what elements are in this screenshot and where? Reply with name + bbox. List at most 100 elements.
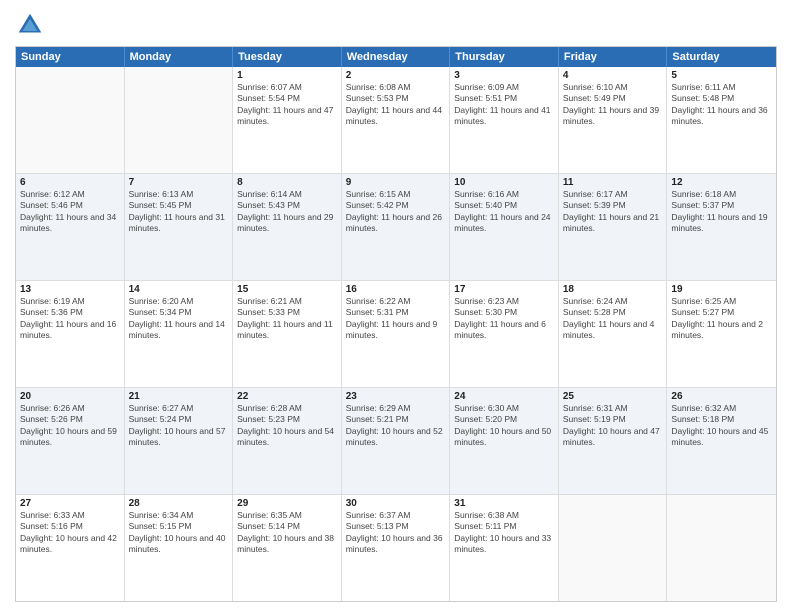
cell-info: Daylight: 11 hours and 9 minutes. <box>346 319 446 342</box>
cell-info: Sunrise: 6:38 AM <box>454 510 554 521</box>
calendar-cell: 13Sunrise: 6:19 AMSunset: 5:36 PMDayligh… <box>16 281 125 387</box>
page: SundayMondayTuesdayWednesdayThursdayFrid… <box>0 0 792 612</box>
day-number: 18 <box>563 284 663 295</box>
calendar-cell: 11Sunrise: 6:17 AMSunset: 5:39 PMDayligh… <box>559 174 668 280</box>
calendar-row: 6Sunrise: 6:12 AMSunset: 5:46 PM Daylight… <box>16 174 776 281</box>
day-number: 10 <box>454 177 554 188</box>
day-number: 15 <box>237 284 337 295</box>
day-number: 3 <box>454 70 554 81</box>
cell-info: Sunset: 5:34 PM <box>129 307 229 318</box>
calendar-row: 27Sunrise: 6:33 AMSunset: 5:16 PMDayligh… <box>16 495 776 601</box>
cell-info: Sunrise: 6:14 AM <box>237 189 337 200</box>
cell-info: Sunrise: 6:29 AM <box>346 403 446 414</box>
calendar-cell: 12Sunrise: 6:18 AMSunset: 5:37 PMDayligh… <box>667 174 776 280</box>
cell-info: Sunset: 5:37 PM <box>671 200 772 211</box>
calendar-cell: 16Sunrise: 6:22 AMSunset: 5:31 PMDayligh… <box>342 281 451 387</box>
cell-info: Sunset: 5:36 PM <box>20 307 120 318</box>
cell-info: Sunrise: 6:07 AM <box>237 82 337 93</box>
calendar-cell: 7Sunrise: 6:13 AMSunset: 5:45 PMDaylight… <box>125 174 234 280</box>
calendar-cell: 2Sunrise: 6:08 AMSunset: 5:53 PMDaylight… <box>342 67 451 173</box>
day-number: 24 <box>454 391 554 402</box>
cell-info: Daylight: 10 hours and 54 minutes. <box>237 426 337 449</box>
calendar-cell: 18Sunrise: 6:24 AMSunset: 5:28 PMDayligh… <box>559 281 668 387</box>
header-day-friday: Friday <box>559 47 668 67</box>
cell-info: Sunset: 5:30 PM <box>454 307 554 318</box>
cell-info: Daylight: 11 hours and 21 minutes. <box>563 212 663 235</box>
cell-info: Sunset: 5:28 PM <box>563 307 663 318</box>
calendar-cell: 9Sunrise: 6:15 AMSunset: 5:42 PMDaylight… <box>342 174 451 280</box>
cell-info: Sunrise: 6:16 AM <box>454 189 554 200</box>
calendar-cell: 25Sunrise: 6:31 AMSunset: 5:19 PMDayligh… <box>559 388 668 494</box>
day-number: 31 <box>454 498 554 509</box>
calendar-cell: 20Sunrise: 6:26 AMSunset: 5:26 PMDayligh… <box>16 388 125 494</box>
calendar-cell: 5Sunrise: 6:11 AMSunset: 5:48 PMDaylight… <box>667 67 776 173</box>
calendar: SundayMondayTuesdayWednesdayThursdayFrid… <box>15 46 777 602</box>
day-number: 4 <box>563 70 663 81</box>
calendar-cell: 14Sunrise: 6:20 AMSunset: 5:34 PMDayligh… <box>125 281 234 387</box>
cell-info: Sunrise: 6:08 AM <box>346 82 446 93</box>
cell-info: Sunrise: 6:33 AM <box>20 510 120 521</box>
day-number: 7 <box>129 177 229 188</box>
cell-info: Sunset: 5:26 PM <box>20 414 120 425</box>
header-day-tuesday: Tuesday <box>233 47 342 67</box>
cell-info: Sunset: 5:40 PM <box>454 200 554 211</box>
day-number: 17 <box>454 284 554 295</box>
day-number: 30 <box>346 498 446 509</box>
cell-info: Sunset: 5:19 PM <box>563 414 663 425</box>
day-number: 2 <box>346 70 446 81</box>
cell-info: Sunrise: 6:11 AM <box>671 82 772 93</box>
calendar-cell: 26Sunrise: 6:32 AMSunset: 5:18 PMDayligh… <box>667 388 776 494</box>
day-number: 27 <box>20 498 120 509</box>
cell-info: Sunrise: 6:18 AM <box>671 189 772 200</box>
header-day-saturday: Saturday <box>667 47 776 67</box>
cell-info: Sunrise: 6:10 AM <box>563 82 663 93</box>
cell-info: Sunrise: 6:13 AM <box>129 189 229 200</box>
cell-info: Daylight: 11 hours and 19 minutes. <box>671 212 772 235</box>
cell-info: Sunset: 5:21 PM <box>346 414 446 425</box>
day-number: 6 <box>20 177 120 188</box>
calendar-cell <box>667 495 776 601</box>
cell-info: Sunrise: 6:26 AM <box>20 403 120 414</box>
cell-info: Sunset: 5:54 PM <box>237 93 337 104</box>
cell-info: Daylight: 11 hours and 41 minutes. <box>454 105 554 128</box>
cell-info: Daylight: 11 hours and 11 minutes. <box>237 319 337 342</box>
calendar-cell: 31Sunrise: 6:38 AMSunset: 5:11 PMDayligh… <box>450 495 559 601</box>
cell-info: Daylight: 10 hours and 57 minutes. <box>129 426 229 449</box>
cell-info: Daylight: 11 hours and 47 minutes. <box>237 105 337 128</box>
calendar-cell: 29Sunrise: 6:35 AMSunset: 5:14 PMDayligh… <box>233 495 342 601</box>
calendar-row: 1Sunrise: 6:07 AMSunset: 5:54 PMDaylight… <box>16 67 776 174</box>
cell-info: Sunrise: 6:28 AM <box>237 403 337 414</box>
cell-info: Sunrise: 6:20 AM <box>129 296 229 307</box>
cell-info: Daylight: 10 hours and 45 minutes. <box>671 426 772 449</box>
cell-info: Sunrise: 6:34 AM <box>129 510 229 521</box>
cell-info: Sunrise: 6:27 AM <box>129 403 229 414</box>
cell-info: Sunset: 5:14 PM <box>237 521 337 532</box>
day-number: 16 <box>346 284 446 295</box>
calendar-cell: 8Sunrise: 6:14 AMSunset: 5:43 PMDaylight… <box>233 174 342 280</box>
calendar-cell <box>16 67 125 173</box>
cell-info: Sunrise: 6:22 AM <box>346 296 446 307</box>
cell-info: Sunset: 5:43 PM <box>237 200 337 211</box>
day-number: 13 <box>20 284 120 295</box>
cell-info: Sunset: 5:49 PM <box>563 93 663 104</box>
cell-info: Daylight: 11 hours and 26 minutes. <box>346 212 446 235</box>
header <box>15 10 777 40</box>
cell-info: Sunset: 5:23 PM <box>237 414 337 425</box>
cell-info: Sunrise: 6:12 AM <box>20 189 120 200</box>
cell-info: Sunset: 5:46 PM <box>20 200 120 211</box>
cell-info: Sunset: 5:33 PM <box>237 307 337 318</box>
day-number: 22 <box>237 391 337 402</box>
cell-info: Sunset: 5:16 PM <box>20 521 120 532</box>
logo <box>15 10 49 40</box>
calendar-cell <box>125 67 234 173</box>
cell-info: Daylight: 11 hours and 39 minutes. <box>563 105 663 128</box>
logo-icon <box>15 10 45 40</box>
cell-info: Sunrise: 6:19 AM <box>20 296 120 307</box>
cell-info: Daylight: 11 hours and 31 minutes. <box>129 212 229 235</box>
day-number: 29 <box>237 498 337 509</box>
day-number: 23 <box>346 391 446 402</box>
calendar-cell: 19Sunrise: 6:25 AMSunset: 5:27 PMDayligh… <box>667 281 776 387</box>
cell-info: Sunset: 5:42 PM <box>346 200 446 211</box>
calendar-cell: 1Sunrise: 6:07 AMSunset: 5:54 PMDaylight… <box>233 67 342 173</box>
calendar-body: 1Sunrise: 6:07 AMSunset: 5:54 PMDaylight… <box>16 67 776 601</box>
